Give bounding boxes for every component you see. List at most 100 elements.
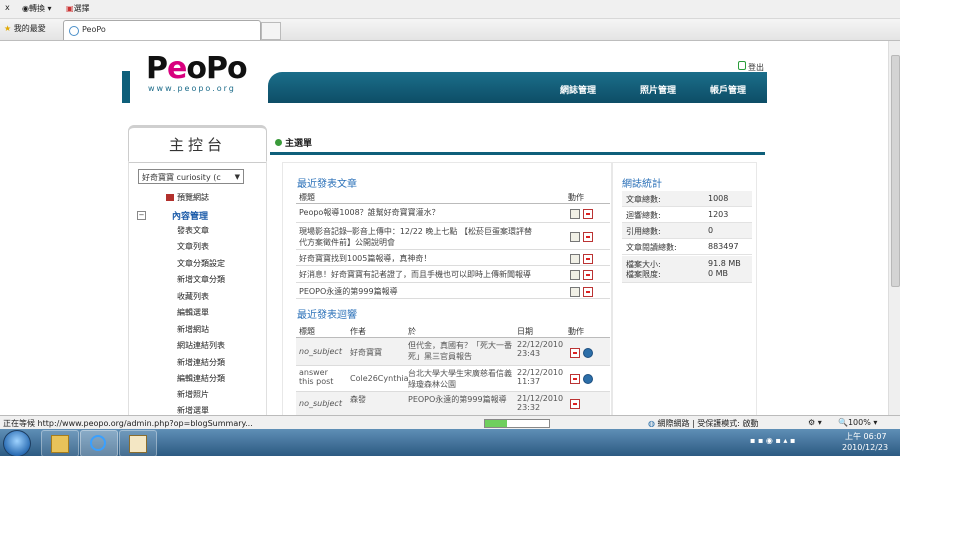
status-bar: 正在等候 http://www.peopo.org/admin.php?op=b…: [0, 415, 900, 429]
delete-icon[interactable]: [570, 348, 580, 358]
home-icon: [166, 194, 174, 201]
sidebar-item-post-list[interactable]: 文章列表: [177, 241, 209, 252]
collapse-toggle[interactable]: −: [137, 211, 146, 220]
comment-post[interactable]: PEOPO永遠的第999篇報導: [408, 394, 514, 405]
stats-heading: 網誌統計: [622, 179, 662, 190]
page-viewport: PeoPo www.peopo.org 登出 網誌管理 照片管理 帳戶管理 主控…: [0, 41, 888, 415]
stat-value: 91.8 MB: [708, 259, 741, 268]
zoom-icon: 🔍: [838, 418, 848, 427]
zoom-button[interactable]: 🔍100% ▾: [838, 418, 877, 427]
sidebar-item-category-settings[interactable]: 文章分類設定: [177, 258, 225, 269]
preview-blog-link[interactable]: 預覽網誌: [166, 192, 209, 203]
stat-label: 文章閱讀總數:: [626, 243, 677, 252]
post-title-link[interactable]: Peopo報導1008？誰幫好奇寶寶灌水？: [299, 207, 535, 218]
sidebar-item-new-category[interactable]: 新增文章分類: [177, 274, 225, 285]
col-action: 動作: [568, 193, 584, 202]
col-on: 於: [408, 327, 416, 336]
edit-icon[interactable]: [570, 254, 580, 264]
comment-author[interactable]: 森發: [350, 394, 366, 405]
view-icon[interactable]: [583, 348, 593, 358]
edit-icon[interactable]: [570, 270, 580, 280]
comment-post[interactable]: 但代金，真國有？「死大一番死」黑三官員報告: [408, 340, 514, 362]
delete-icon[interactable]: [583, 209, 593, 219]
page-scrollbar[interactable]: [888, 41, 900, 415]
scrollbar-thumb[interactable]: [891, 55, 900, 287]
nav-blog-management[interactable]: 網誌管理: [560, 83, 596, 96]
security-zone[interactable]: ◍ 網際網路 | 受保護模式: 啟動: [648, 418, 759, 429]
edit-icon[interactable]: [570, 287, 580, 297]
page-title: 主選單: [275, 136, 312, 149]
post-title-link[interactable]: PEOPO永遠的第999篇報導: [299, 286, 535, 297]
convert-icon: ◉: [22, 4, 29, 13]
favorites-button[interactable]: ★ 我的最愛: [4, 23, 46, 34]
paint-icon: [129, 435, 147, 453]
stat-row: 迴響總數: 1203: [622, 207, 752, 223]
delete-icon[interactable]: [583, 232, 593, 242]
table-row: no_subject 好奇寶寶 但代金，真國有？「死大一番死」黑三官員報告 22…: [296, 338, 610, 366]
sidebar-item-new-photo[interactable]: 新增照片: [177, 389, 209, 400]
browser-tab[interactable]: PeoPo: [63, 20, 261, 40]
stat-row: 檔案限度: 0 MB: [622, 268, 752, 283]
sidebar-item-new-post[interactable]: 發表文章: [177, 225, 209, 236]
peopo-logo[interactable]: PeoPo: [146, 51, 248, 86]
col-action: 動作: [568, 327, 584, 336]
sidebar-item-link-list[interactable]: 網站連結列表: [177, 340, 225, 351]
status-text: 正在等候 http://www.peopo.org/admin.php?op=b…: [3, 419, 253, 428]
blog-select[interactable]: 好奇寶寶 curiosity (c ▼: [138, 169, 244, 184]
clock-time[interactable]: 上午 06:07: [845, 431, 887, 442]
table-row: answer this post Cole26Cynthia 台北大學大學生宋廣…: [296, 366, 610, 392]
view-icon[interactable]: [583, 374, 593, 384]
col-title: 標題: [299, 327, 315, 336]
comment-author[interactable]: Cole26Cynthia: [350, 374, 409, 383]
delete-icon[interactable]: [570, 374, 580, 384]
start-button[interactable]: [3, 430, 31, 456]
page-favicon-icon: [69, 26, 79, 36]
system-tray-icons[interactable]: ▪ ▪ ◉ ▪ ▴ ▪: [750, 436, 795, 445]
sidebar-item-edit-menu[interactable]: 編輯選單: [177, 307, 209, 318]
taskbar-explorer[interactable]: [41, 430, 79, 456]
stat-label: 迴響總數:: [626, 211, 661, 220]
post-title-link[interactable]: 現場影音記錄─影音上傳中：12/22 晚上七點 【松菸巨蛋案環評替代方案徵件前】…: [299, 226, 535, 248]
taskbar-paint[interactable]: [119, 430, 157, 456]
post-title-link[interactable]: 好奇寶寶找到1005篇報導，真神奇！: [299, 253, 535, 264]
edit-icon[interactable]: [570, 232, 580, 242]
sidebar-item-new-site[interactable]: 新增網站: [177, 324, 209, 335]
comment-author[interactable]: 好奇寶寶: [350, 347, 382, 358]
logo-url: www.peopo.org: [148, 84, 236, 93]
comment-title[interactable]: no_subject: [299, 347, 342, 356]
taskbar-ie[interactable]: [80, 430, 118, 456]
sidebar-item-new-menu[interactable]: 新增選單: [177, 405, 209, 415]
sidebar-item-edit-link-category[interactable]: 編輯連結分類: [177, 373, 225, 384]
comment-post[interactable]: 台北大學大學生宋廣慈看信義綠瓊森林公園: [408, 368, 514, 390]
content-management-heading[interactable]: 內容管理: [172, 209, 208, 222]
protected-mode-button[interactable]: ⚙ ▾: [808, 418, 822, 427]
recent-comments-header: 標題 作者 於 日期 動作: [296, 323, 610, 338]
browser-command-bar: x ◉轉換 ▾ ▣選擇: [0, 0, 900, 19]
sidebar-item-bookmarks[interactable]: 收藏列表: [177, 291, 209, 302]
stat-row: 文章閱讀總數: 883497: [622, 239, 752, 255]
stat-label: 引用總數:: [626, 227, 661, 236]
delete-icon[interactable]: [583, 287, 593, 297]
convert-button[interactable]: ◉轉換 ▾: [22, 3, 52, 14]
comment-date: 21/12/2010 23:32: [517, 394, 564, 412]
nav-account-management[interactable]: 帳戶管理: [710, 83, 746, 96]
logo-accent-bar: [122, 71, 130, 103]
select-button[interactable]: ▣選擇: [66, 3, 90, 14]
bullet-icon: [275, 139, 282, 146]
delete-icon[interactable]: [583, 270, 593, 280]
stat-row: 文章總數: 1008: [622, 191, 752, 207]
delete-icon[interactable]: [570, 399, 580, 409]
comment-title[interactable]: answer this post: [299, 368, 345, 386]
main-nav: 網誌管理 照片管理 帳戶管理: [268, 72, 767, 103]
comment-title[interactable]: no_subject: [299, 399, 342, 408]
delete-icon[interactable]: [583, 254, 593, 264]
sidebar-item-new-link-category[interactable]: 新增連結分類: [177, 357, 225, 368]
post-title-link[interactable]: 好消息！好奇寶寶有記者證了，而且手機也可以即時上傳新聞報導: [299, 269, 559, 280]
edit-icon[interactable]: [570, 209, 580, 219]
clock-date[interactable]: 2010/12/23: [842, 443, 888, 452]
col-title: 標題: [299, 193, 315, 202]
close-toolbar-button[interactable]: x: [5, 3, 10, 12]
nav-photo-management[interactable]: 照片管理: [640, 83, 676, 96]
new-tab-button[interactable]: [261, 22, 281, 40]
select-icon: ▣: [66, 4, 74, 13]
